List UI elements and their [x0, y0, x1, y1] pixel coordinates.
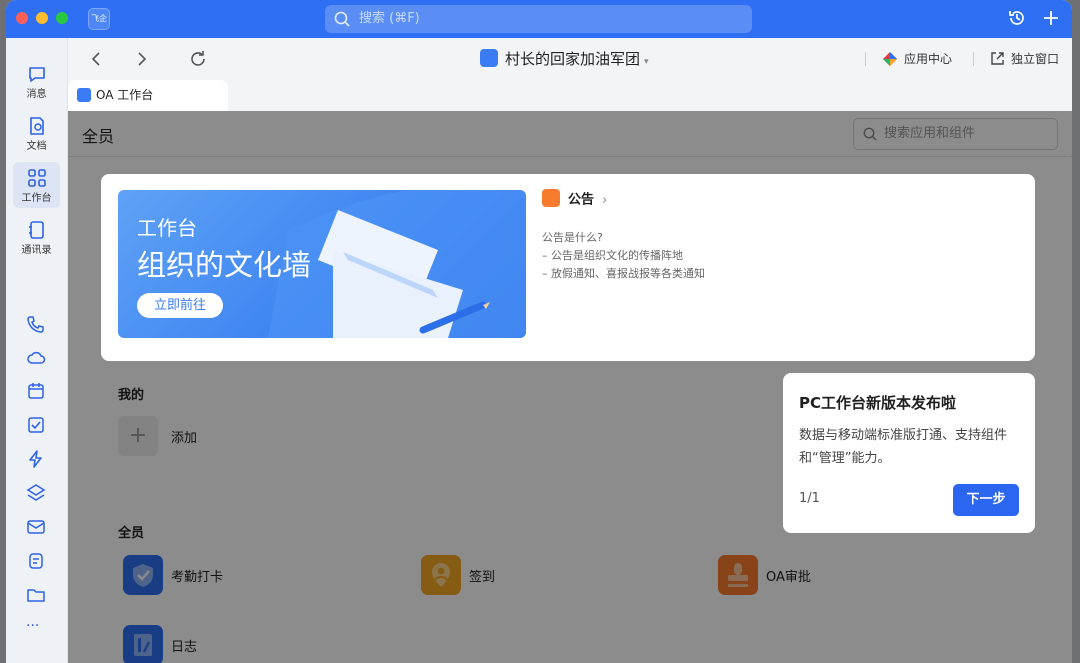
app-center-button[interactable]: 应用中心 — [882, 51, 952, 68]
tab-bar: OA 工作台 — [68, 80, 1072, 111]
banner-title: 组织的文化墙 — [137, 248, 312, 282]
document-icon — [29, 117, 44, 135]
sidebar-item-label: 文档 — [26, 141, 47, 152]
mail-icon[interactable] — [26, 517, 46, 537]
sidebar-item-messages[interactable]: 消息 — [13, 58, 60, 104]
minimize-window-button[interactable] — [36, 12, 48, 24]
workbench-tab-icon — [77, 88, 91, 102]
scrollbar[interactable] — [1066, 120, 1071, 440]
divider — [973, 52, 974, 66]
popup-title: PC工作台新版本发布啦 — [799, 394, 957, 412]
refresh-icon[interactable] — [189, 50, 207, 68]
search-icon — [334, 11, 350, 27]
org-grid-icon — [480, 48, 498, 67]
sidebar: 消息 文档 工作台 通讯录 ··· — [6, 38, 68, 663]
sidebar-item-workbench[interactable]: 工作台 — [13, 162, 60, 208]
global-search-placeholder: 搜索 (⌘F) — [359, 11, 420, 26]
org-switcher[interactable]: 村长的回家加油军团 ▾ — [480, 48, 649, 73]
calendar-icon[interactable] — [26, 381, 46, 401]
banner-subtitle: 工作台 — [137, 216, 197, 240]
more-icon[interactable]: ··· — [26, 618, 39, 634]
app-logo[interactable]: 飞企 — [88, 8, 110, 30]
close-window-button[interactable] — [16, 12, 28, 24]
sidebar-item-label: 消息 — [26, 89, 47, 100]
sidebar-item-docs[interactable]: 文档 — [13, 110, 60, 156]
standalone-window-button[interactable]: 独立窗口 — [990, 51, 1059, 67]
notice-title: 公告 — [568, 192, 595, 208]
app-center-label: 应用中心 — [904, 52, 953, 66]
sidebar-item-label: 通讯录 — [21, 245, 52, 256]
chat-bubble-icon — [28, 67, 45, 82]
app-center-icon — [883, 51, 897, 66]
cloud-icon[interactable] — [26, 348, 46, 368]
go-now-button[interactable]: 立即前往 — [137, 293, 223, 318]
forward-icon[interactable] — [132, 50, 150, 68]
nav-bar: 村长的回家加油军团 ▾ 应用中心 独立窗口 — [68, 38, 1072, 80]
divider — [865, 52, 866, 66]
notice-line: – 放假通知、喜报战报等各类通知 — [542, 267, 705, 280]
sidebar-item-contacts[interactable]: 通讯录 — [13, 214, 60, 260]
onboarding-popup: PC工作台新版本发布啦 数据与移动端标准版打通、支持组件和“管理”能力。 1/1… — [783, 373, 1035, 533]
next-step-button[interactable]: 下一步 — [953, 484, 1019, 516]
popup-step-counter: 1/1 — [799, 491, 820, 506]
notice-line: 公告是什么? — [542, 231, 603, 244]
plus-icon[interactable] — [1041, 8, 1061, 28]
task-check-icon[interactable] — [26, 415, 46, 435]
lightning-icon[interactable] — [26, 449, 46, 469]
notice-link[interactable]: 公告 › — [542, 189, 608, 210]
notes-icon[interactable] — [26, 551, 46, 571]
back-icon[interactable] — [88, 50, 106, 68]
folder-icon[interactable] — [26, 585, 46, 605]
notice-description: 公告是什么? – 公告是组织文化的传播阵地 – 放假通知、喜报战报等各类通知 — [542, 229, 705, 283]
title-bar: 飞企 搜索 (⌘F) — [6, 0, 1072, 38]
standalone-window-label: 独立窗口 — [1011, 52, 1060, 66]
grid-icon — [27, 169, 46, 187]
chevron-down-icon: ▾ — [644, 57, 649, 67]
contacts-icon — [28, 221, 44, 239]
maximize-window-button[interactable] — [56, 12, 68, 24]
org-title: 村长的回家加油军团 — [505, 50, 641, 68]
chevron-right-icon: › — [602, 192, 608, 208]
culture-wall-banner[interactable]: 工作台 组织的文化墙 立即前往 — [118, 190, 526, 338]
tab-label: OA 工作台 — [96, 88, 154, 102]
popup-description: 数据与移动端标准版打通、支持组件和“管理”能力。 — [799, 428, 1008, 466]
notice-line: – 公告是组织文化的传播阵地 — [542, 249, 683, 262]
notice-card: 工作台 组织的文化墙 立即前往 公告 › 公告是什么? – 公告是组织文化的传播阵… — [101, 174, 1035, 361]
external-window-icon — [991, 52, 1004, 65]
sidebar-item-label: 工作台 — [21, 193, 52, 204]
layers-icon[interactable] — [26, 483, 46, 503]
phone-icon[interactable] — [26, 314, 46, 334]
megaphone-icon — [542, 189, 560, 207]
tab-oa-workbench[interactable]: OA 工作台 — [68, 80, 228, 111]
global-search-input[interactable]: 搜索 (⌘F) — [325, 5, 752, 33]
history-icon[interactable] — [1007, 8, 1027, 28]
